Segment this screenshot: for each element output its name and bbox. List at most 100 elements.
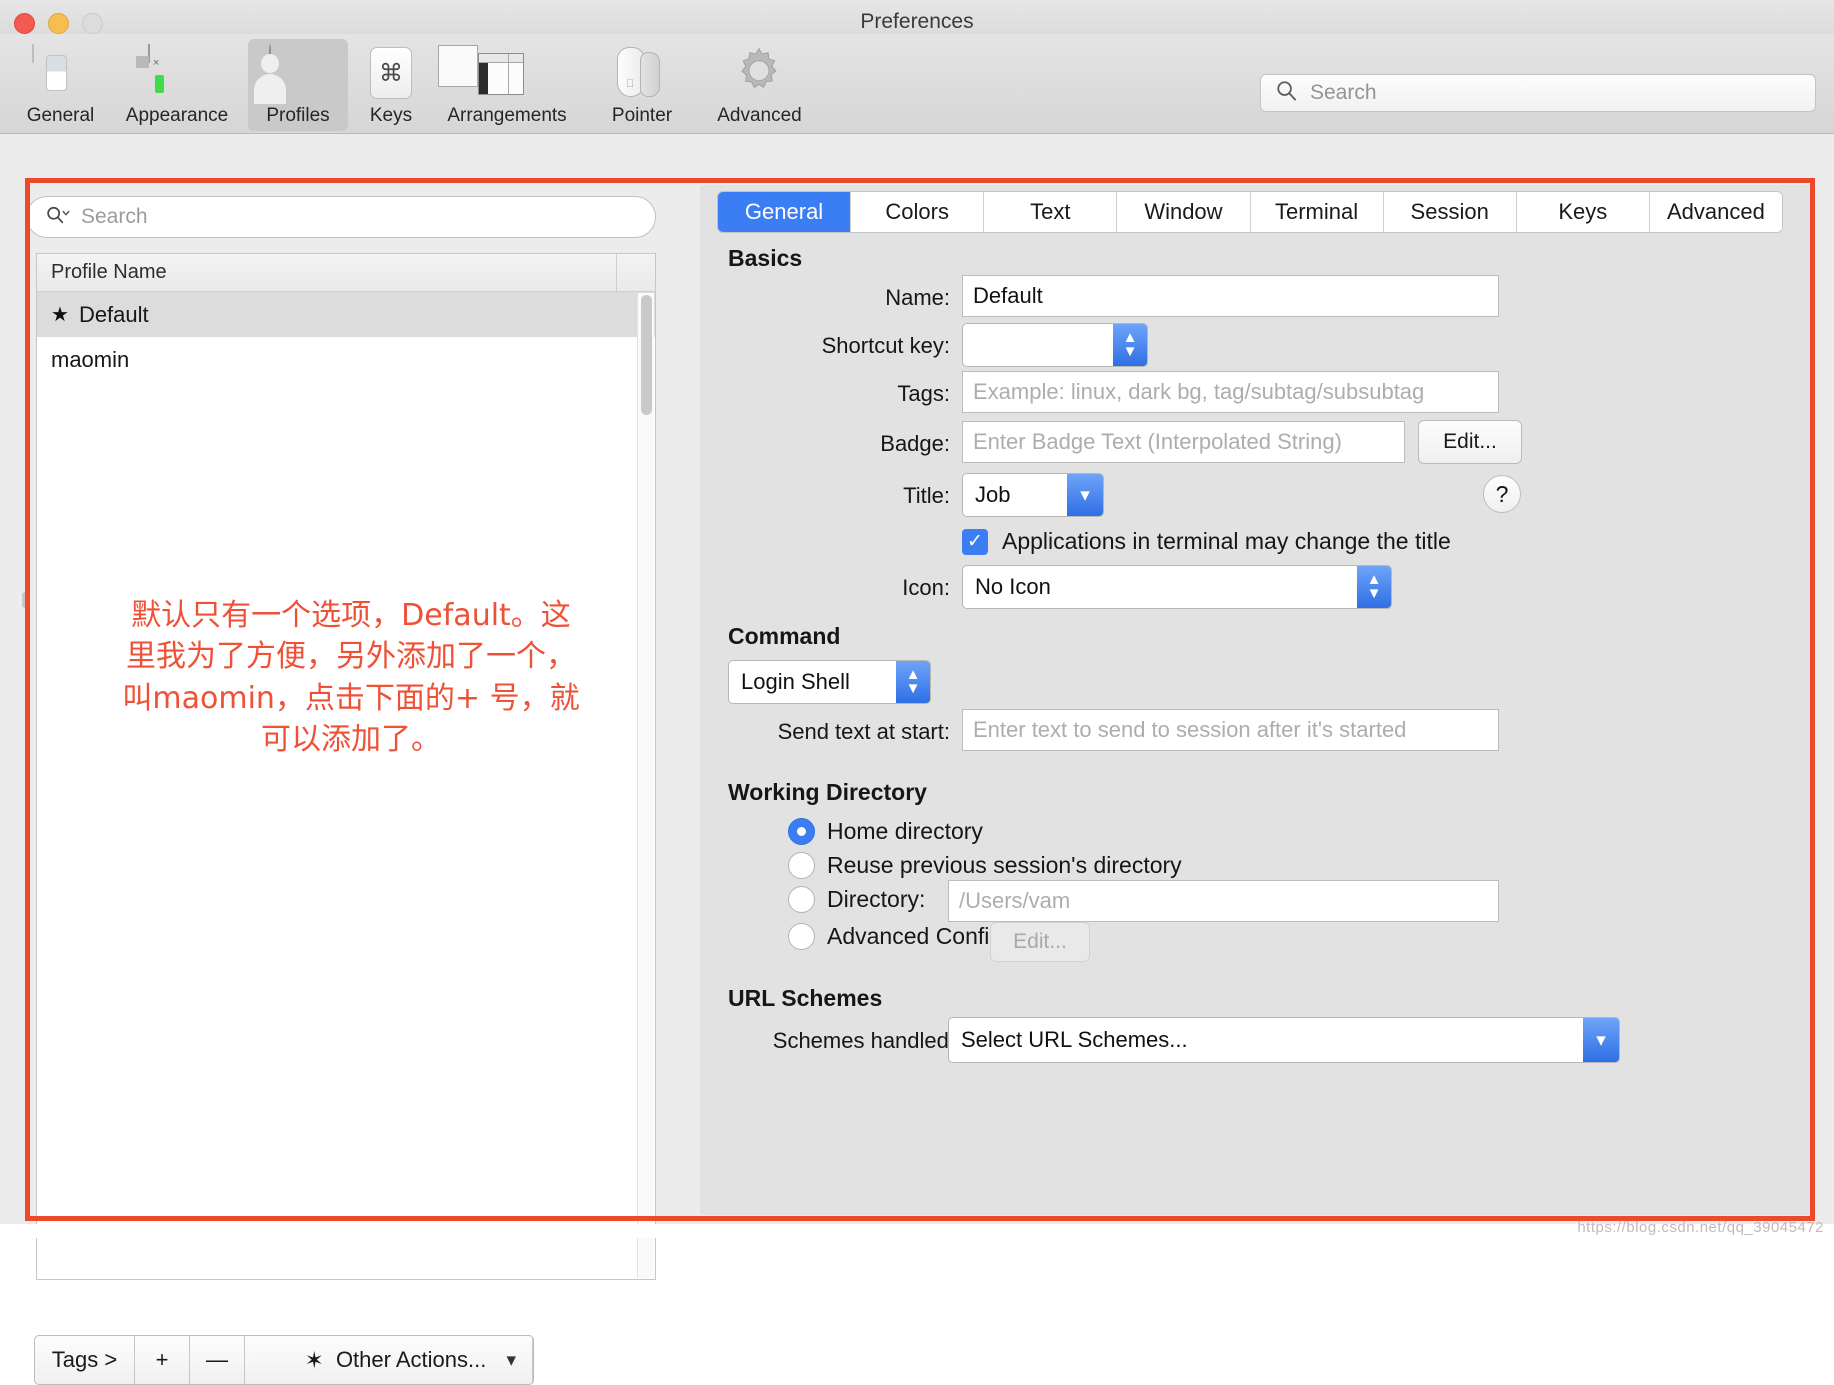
toolbar-label-pointer: Pointer: [611, 105, 673, 126]
profile-tab-bar: General Colors Text Window Terminal Sess…: [717, 191, 1783, 233]
person-avatar-icon: [254, 44, 327, 104]
column-header-profile-name: Profile Name: [51, 261, 167, 283]
other-actions-label: Other Actions...: [335, 1347, 487, 1372]
add-profile-button[interactable]: +: [135, 1336, 190, 1384]
schemes-handled-select[interactable]: Select URL Schemes... ▾: [948, 1017, 1620, 1063]
toolbar-search-field[interactable]: Search: [1260, 74, 1816, 112]
label-name: Name:: [885, 285, 950, 310]
app-change-title-label: Applications in terminal may change the …: [1002, 528, 1451, 554]
stepper-arrows-icon[interactable]: ▲ ▼: [896, 661, 930, 703]
tab-terminal[interactable]: Terminal: [1250, 192, 1384, 232]
label-shortcut-key: Shortcut key:: [821, 333, 950, 358]
terminal-window-icon: ×: [136, 44, 206, 101]
toolbar-item-advanced[interactable]: Advanced: [697, 39, 822, 131]
chevron-down-icon: ▾: [506, 1349, 516, 1371]
icon-value: No Icon: [975, 574, 1051, 599]
toolbar-search-placeholder: Search: [1310, 81, 1377, 104]
profile-search-placeholder: Search: [81, 205, 148, 228]
toolbar-label-profiles: Profiles: [266, 105, 330, 126]
general-toggle-icon: [31, 44, 90, 101]
search-dropdown-icon[interactable]: [45, 204, 71, 231]
radio-label-directory: Directory:: [827, 886, 926, 912]
chevron-down-icon[interactable]: ▾: [1067, 474, 1103, 516]
badge-edit-button[interactable]: Edit...: [1418, 420, 1522, 464]
name-input[interactable]: Default: [962, 275, 1499, 317]
profile-table-header: Profile Name: [37, 254, 655, 292]
toolbar-item-pointer[interactable]:  Pointer: [590, 39, 694, 131]
mouse-icon: : [613, 45, 671, 101]
radio-label-home-directory: Home directory: [827, 818, 983, 844]
tab-text[interactable]: Text: [984, 192, 1118, 232]
advanced-config-edit-button[interactable]: Edit...: [990, 922, 1090, 962]
profile-actions-toolbar: Tags > + — ✶ Other Actions... ▾: [34, 1335, 534, 1385]
toolbar-label-arrangements: Arrangements: [447, 105, 567, 126]
title-help-button[interactable]: ?: [1483, 475, 1521, 513]
toolbar-label-advanced: Advanced: [717, 105, 802, 126]
general-settings-form: Basics Name: Default Shortcut key: ▲ ▼ Ta…: [700, 235, 1810, 1215]
radio-reuse-previous-session[interactable]: Reuse previous session's directory: [788, 852, 1182, 879]
tab-window[interactable]: Window: [1117, 192, 1251, 232]
icon-select[interactable]: No Icon ▲ ▼: [962, 565, 1392, 609]
radio-unselected-icon[interactable]: [788, 886, 815, 913]
command-key-icon: ⌘: [362, 45, 420, 101]
watermark-text: https://blog.csdn.net/qq_39045472: [1577, 1219, 1824, 1236]
radio-selected-icon[interactable]: [788, 818, 815, 845]
tags-button[interactable]: Tags >: [35, 1336, 135, 1384]
profiles-sidebar: Search Profile Name ★ Default maomin 默认只…: [26, 185, 686, 1385]
table-row[interactable]: ★ Default: [37, 292, 655, 337]
table-row[interactable]: maomin: [37, 337, 655, 382]
stepper-arrows-icon[interactable]: ▲ ▼: [1357, 566, 1391, 608]
command-shell-select[interactable]: Login Shell ▲ ▼: [728, 660, 931, 704]
label-tags: Tags:: [897, 381, 950, 406]
label-badge: Badge:: [880, 431, 950, 456]
column-divider: [616, 254, 617, 291]
shortcut-key-select[interactable]: ▲ ▼: [962, 323, 1148, 367]
profile-list-scrollbar[interactable]: [637, 293, 654, 1278]
stepper-arrows-icon[interactable]: ▲ ▼: [1113, 324, 1147, 366]
preferences-toolbar: General × Appearance Profiles ⌘ Keys Arr…: [0, 34, 1834, 134]
toolbar-item-appearance[interactable]: × Appearance: [112, 39, 242, 131]
send-text-input[interactable]: Enter text to send to session after it's…: [962, 709, 1499, 751]
profile-name-label: maomin: [51, 346, 130, 372]
window-bottom-edge: [0, 1224, 1834, 1238]
chevron-down-icon[interactable]: ▾: [1583, 1018, 1619, 1062]
profile-list-table: Profile Name ★ Default maomin: [36, 253, 656, 1280]
tab-advanced[interactable]: Advanced: [1649, 192, 1782, 232]
toolbar-label-general: General: [26, 105, 95, 126]
tab-session[interactable]: Session: [1383, 192, 1517, 232]
annotation-text: 默认只有一个选项，Default。这 里我为了方便，另外添加了一个， 叫maom…: [122, 598, 580, 758]
gear-icon: [731, 45, 789, 101]
toolbar-item-keys[interactable]: ⌘ Keys: [355, 39, 427, 131]
profile-search-input[interactable]: Search: [26, 196, 656, 238]
title-select[interactable]: Job ▾: [962, 473, 1104, 517]
tab-general[interactable]: General: [718, 192, 852, 232]
remove-profile-button[interactable]: —: [190, 1336, 245, 1384]
scrollbar-thumb[interactable]: [641, 295, 652, 415]
radio-directory[interactable]: Directory:: [788, 886, 925, 913]
directory-input[interactable]: /Users/vam: [948, 880, 1499, 922]
other-actions-menu[interactable]: ✶ Other Actions... ▾: [245, 1336, 533, 1384]
toolbar-item-profiles[interactable]: Profiles: [248, 39, 348, 131]
profile-name-label: Default: [78, 301, 149, 327]
tab-colors[interactable]: Colors: [851, 192, 985, 232]
checkbox-checked-icon[interactable]: ✓: [962, 528, 988, 555]
preferences-window: Preferences General × Appearance Profile…: [0, 0, 1834, 1385]
radio-unselected-icon[interactable]: [788, 923, 815, 950]
label-title: Title:: [903, 483, 950, 508]
toolbar-label-appearance: Appearance: [125, 105, 229, 126]
label-icon: Icon:: [902, 575, 950, 600]
section-heading-working-directory: Working Directory: [728, 779, 927, 805]
section-heading-command: Command: [728, 623, 841, 649]
toolbar-item-general[interactable]: General: [8, 39, 113, 131]
window-title: Preferences: [860, 10, 974, 33]
section-heading-basics: Basics: [728, 245, 803, 271]
tags-input[interactable]: Example: linux, dark bg, tag/subtag/subs…: [962, 371, 1499, 413]
radio-home-directory[interactable]: Home directory: [788, 818, 983, 845]
app-change-title-checkbox-row[interactable]: ✓ Applications in terminal may change th…: [962, 528, 1451, 555]
section-heading-url-schemes: URL Schemes: [728, 985, 883, 1011]
radio-unselected-icon[interactable]: [788, 852, 815, 879]
badge-input[interactable]: Enter Badge Text (Interpolated String): [962, 421, 1405, 463]
tab-keys[interactable]: Keys: [1516, 192, 1650, 232]
title-value: Job: [975, 482, 1011, 507]
toolbar-item-arrangements[interactable]: Arrangements: [428, 39, 586, 131]
